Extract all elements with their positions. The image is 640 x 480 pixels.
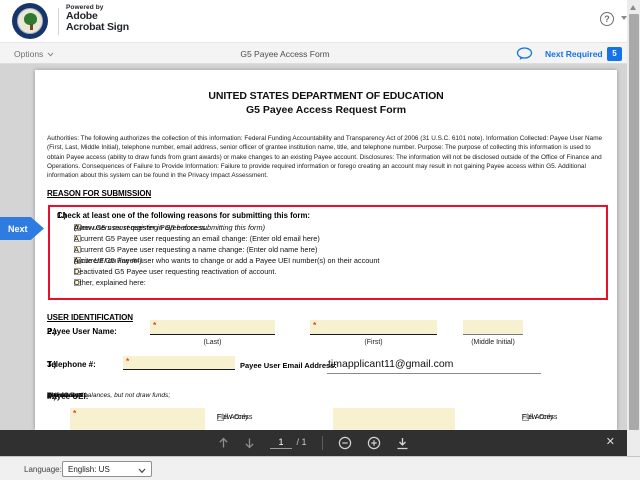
document-title: G5 Payee Access Form bbox=[0, 49, 570, 59]
page-total-label: / 1 bbox=[297, 437, 307, 447]
pdf-page: UNITED STATES DEPARTMENT OF EDUCATION G5… bbox=[35, 70, 617, 430]
chat-bubble-icon[interactable] bbox=[516, 47, 533, 66]
question-1-text: Check at least one of the following reas… bbox=[57, 211, 310, 220]
zoom-in-icon bbox=[367, 436, 381, 450]
uei-field-2[interactable] bbox=[333, 408, 455, 430]
reason-row-other: Other, explained here: bbox=[74, 277, 600, 287]
reason-row-uei-change: A current G5 Payee user who wants to cha… bbox=[74, 255, 600, 265]
page-number-input[interactable]: 1 bbox=[270, 437, 291, 449]
next-page-button[interactable] bbox=[244, 437, 255, 449]
first-name-caption: (First) bbox=[310, 339, 437, 346]
middle-initial-caption: (Middle Initial) bbox=[455, 339, 531, 346]
language-label: Language: bbox=[24, 465, 62, 474]
reason-row-reactivation: Deactivated G5 Payee user requesting rea… bbox=[74, 266, 600, 276]
section-reason-for-submission: REASON FOR SUBMISSION bbox=[47, 189, 151, 198]
last-name-caption: (Last) bbox=[150, 339, 275, 346]
header-divider bbox=[58, 8, 59, 35]
full-access-label: Full Access bbox=[217, 414, 252, 421]
section-user-identification: USER IDENTIFICATION bbox=[47, 313, 133, 322]
middle-initial-field[interactable] bbox=[463, 320, 523, 335]
previous-page-button[interactable] bbox=[218, 437, 229, 449]
required-asterisk: * bbox=[73, 408, 76, 418]
telephone-field[interactable]: * bbox=[123, 356, 235, 370]
next-required-button[interactable]: Next Required bbox=[545, 49, 603, 59]
reason-row-new-user: A new G5 user requesting Payee access. (… bbox=[74, 222, 600, 232]
page-indicator: 1 / 1 bbox=[270, 437, 306, 449]
chevron-down-icon bbox=[138, 467, 146, 476]
download-icon bbox=[396, 437, 409, 450]
reason-row-name-change: A current G5 Payee user requesting a nam… bbox=[74, 244, 600, 254]
full-access-desc: to draw funds. bbox=[47, 392, 88, 399]
required-asterisk: * bbox=[126, 356, 129, 366]
language-selected-value: English: US bbox=[68, 465, 110, 474]
toolbar-divider bbox=[322, 436, 323, 450]
reason-row-email-change: A current G5 Payee user requesting an em… bbox=[74, 233, 600, 243]
form-title: UNITED STATES DEPARTMENT OF EDUCATION bbox=[35, 90, 617, 102]
vertical-scrollbar[interactable] bbox=[627, 0, 640, 456]
question-3-text: Telephone #: bbox=[47, 360, 96, 369]
required-count-badge: 5 bbox=[607, 47, 622, 61]
adobe-brand-block: Powered by Adobe Acrobat Sign bbox=[66, 4, 129, 33]
email-underline bbox=[327, 373, 541, 374]
required-asterisk: * bbox=[313, 320, 316, 330]
document-viewport[interactable]: UNITED STATES DEPARTMENT OF EDUCATION G5… bbox=[0, 64, 627, 430]
reason-text: Deactivated G5 Payee user requesting rea… bbox=[74, 267, 276, 276]
email-address-label: Payee User Email Address: bbox=[240, 361, 337, 370]
seal-tree-trunk bbox=[30, 24, 33, 30]
authorities-paragraph: Authorities: The following authorizes th… bbox=[47, 134, 607, 180]
download-button[interactable] bbox=[396, 437, 409, 450]
reason-text: A current G5 Payee user requesting an em… bbox=[74, 234, 320, 243]
brand-acrobat-sign: Acrobat Sign bbox=[66, 22, 129, 33]
last-name-field[interactable]: * bbox=[150, 320, 275, 335]
seal-inner-ring bbox=[17, 8, 43, 34]
close-button[interactable]: ✕ bbox=[606, 435, 615, 448]
reason-text: Other, explained here: bbox=[74, 278, 146, 287]
zoom-out-button[interactable] bbox=[338, 436, 352, 450]
form-subtitle: G5 Payee Access Request Form bbox=[35, 104, 617, 116]
question-2-text: Payee User Name: bbox=[47, 327, 117, 336]
arrow-down-icon bbox=[244, 437, 255, 449]
email-address-field[interactable]: timapplicant11@gmail.com bbox=[328, 358, 453, 370]
language-bar: Language: English: US bbox=[0, 456, 640, 480]
acrobat-sign-window: Powered by Adobe Acrobat Sign ? Options … bbox=[0, 0, 640, 480]
document-toolbar: Options G5 Payee Access Form Next Requir… bbox=[0, 42, 640, 64]
reason-note: (write UEI on line #4) bbox=[74, 256, 142, 265]
zoom-out-icon bbox=[338, 436, 352, 450]
required-asterisk: * bbox=[153, 320, 156, 330]
full-access-label: Full Access bbox=[522, 414, 557, 421]
app-header: Powered by Adobe Acrobat Sign ? bbox=[0, 0, 640, 42]
arrow-up-icon bbox=[218, 437, 229, 449]
help-icon[interactable]: ? bbox=[600, 12, 614, 26]
first-name-field[interactable]: * bbox=[310, 320, 437, 335]
zoom-in-button[interactable] bbox=[367, 436, 381, 450]
reason-note: (New users must register in G5 before su… bbox=[74, 223, 265, 232]
reason-required-highlight-box: 1.)Check at least one of the following r… bbox=[48, 205, 608, 300]
dept-of-education-seal-logo bbox=[12, 3, 48, 39]
pdf-controls-toolbar: 1 / 1 ✕ bbox=[0, 430, 627, 456]
reason-text: A current G5 Payee user requesting a nam… bbox=[74, 245, 317, 254]
language-select[interactable]: English: US bbox=[62, 461, 152, 477]
scroll-up-arrow-icon[interactable] bbox=[630, 5, 636, 10]
scrollbar-thumb[interactable] bbox=[629, 14, 639, 430]
uei-field-1[interactable]: * bbox=[70, 408, 205, 430]
